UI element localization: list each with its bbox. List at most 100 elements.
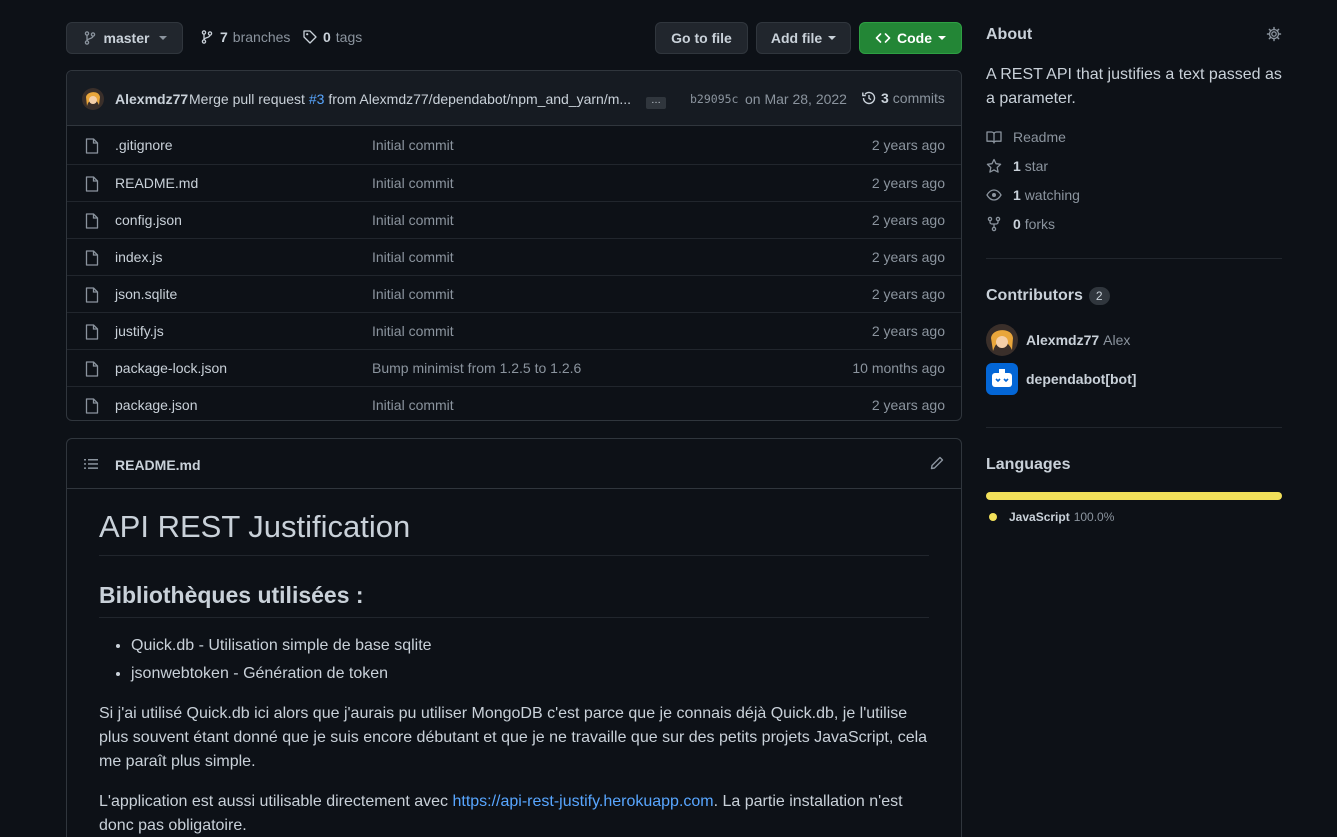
file-name-link[interactable]: package-lock.json [115,360,227,376]
tags-label: tags [335,29,363,45]
file-name-link[interactable]: README.md [115,175,198,191]
file-name-link[interactable]: justify.js [115,323,164,339]
divider [986,258,1282,259]
stars-label: star [1024,158,1049,174]
forks-label: forks [1024,216,1056,232]
file-commit-message-link[interactable]: Bump minimist from 1.2.5 to 1.2.6 [372,360,581,376]
commit-sha[interactable]: b29095c [690,92,738,106]
table-row[interactable]: json.sqlite Initial commit 2 years ago [67,275,961,312]
file-commit-message-link[interactable]: Initial commit [372,286,454,302]
readme-content: API REST Justification Bibliothèques uti… [99,489,929,837]
file-commit-message-link[interactable]: Initial commit [372,137,454,153]
file-commit-age: 10 months ago [852,360,945,376]
commit-author[interactable]: Alexmdz77 [115,91,188,107]
branch-select-button[interactable]: master [66,22,183,54]
paragraph-text: L'application est aussi utilisable direc… [99,793,453,810]
contributor-item[interactable]: dependabot[bot] [986,363,1136,395]
table-row[interactable]: justify.js Initial commit 2 years ago [67,312,961,349]
file-icon [85,398,99,414]
app-link[interactable]: https://api-rest-justify.herokuapp.com [452,793,713,810]
file-commit-message-link[interactable]: Initial commit [372,249,454,265]
tag-icon [302,29,318,45]
file-commit-age: 2 years ago [871,249,945,265]
languages-title: Languages [986,456,1071,473]
code-label: Code [897,30,932,46]
list-icon[interactable] [83,456,99,472]
commit-message-post: from Alexmdz77/dependabot/npm_and_yarn/m… [328,91,632,107]
file-commit-message-link[interactable]: Initial commit [372,212,454,228]
readme-filename[interactable]: README.md [115,457,201,473]
branch-icon [82,30,98,46]
add-file-button[interactable]: Add file [756,22,851,54]
file-name-link[interactable]: index.js [115,249,162,265]
about-description: A REST API that justifies a text passed … [986,66,1282,107]
table-row[interactable]: package.json Initial commit 2 years ago [67,386,961,420]
list-item: jsonwebtoken - Génération de token [131,662,929,686]
readme-panel: README.md API REST Justification Bibliot… [66,438,962,837]
file-icon [85,176,99,192]
table-row[interactable]: README.md Initial commit 2 years ago [67,164,961,201]
table-row[interactable]: .gitignore Initial commit 2 years ago [67,127,961,164]
file-commit-age: 2 years ago [871,323,945,339]
contributor-login: Alexmdz77 [1026,332,1100,348]
file-commit-message-link[interactable]: Initial commit [372,175,454,191]
stars-link[interactable]: 1 star [986,158,1048,174]
readme-header: README.md [67,439,961,489]
commit-message[interactable]: Merge pull request #3 from Alexmdz77/dep… [189,91,631,107]
file-commit-age: 2 years ago [871,286,945,302]
readme-paragraph: Si j'ai utilisé Quick.db ici alors que j… [99,705,928,770]
language-item[interactable]: JavaScript 100.0% [986,510,1114,524]
file-name-link[interactable]: config.json [115,212,182,228]
branches-count: 7 [220,29,228,45]
file-commit-message-link[interactable]: Initial commit [372,323,454,339]
watchers-link[interactable]: 1 watching [986,187,1080,203]
file-name-link[interactable]: .gitignore [115,137,173,153]
file-icon [85,287,99,303]
readme-paragraph: L'application est aussi utilisable direc… [99,790,929,837]
stars-count: 1 [1013,158,1021,174]
contributors-title: Contributors [986,287,1083,304]
contributor-item[interactable]: Alexmdz77 Alex [986,324,1130,356]
readme-link[interactable]: Readme [986,129,1066,145]
forks-link[interactable]: 0 forks [986,216,1055,232]
about-title: About [986,26,1033,43]
file-icon [85,250,99,266]
contributor-name: Alex [1103,332,1131,348]
commit-message-pre: Merge pull request [189,91,305,107]
file-icon [85,213,99,229]
table-row[interactable]: package-lock.json Bump minimist from 1.2.… [67,349,961,386]
language-percent: 100.0% [1073,510,1115,524]
go-to-file-button[interactable]: Go to file [655,22,748,54]
history-icon [861,90,877,106]
file-browser: Alexmdz77 Merge pull request #3 from Ale… [66,70,962,421]
book-icon [986,129,1002,145]
contributors-heading[interactable]: Contributors 2 [986,287,1110,305]
avatar[interactable] [82,88,104,110]
file-icon [85,324,99,340]
table-row[interactable]: config.json Initial commit 2 years ago [67,201,961,238]
eye-icon [986,187,1002,203]
commits-link[interactable]: 3 commits [861,90,945,106]
code-button[interactable]: Code [859,22,962,54]
pr-link[interactable]: #3 [309,91,325,107]
forks-count: 0 [1013,216,1021,232]
language-name: JavaScript [1009,510,1070,524]
pencil-icon[interactable] [929,455,945,471]
code-icon [875,30,891,46]
file-icon [85,361,99,377]
language-color-dot [989,513,997,521]
file-commit-message-link[interactable]: Initial commit [372,397,454,413]
chevron-down-icon [938,36,946,40]
file-name-link[interactable]: package.json [115,397,198,413]
contributors-count-badge: 2 [1088,287,1110,305]
branches-link[interactable]: 7 branches [199,29,290,45]
gear-icon[interactable] [1266,26,1282,42]
commit-date: on Mar 28, 2022 [745,91,847,107]
file-name-link[interactable]: json.sqlite [115,286,177,302]
file-icon [85,138,99,154]
tags-link[interactable]: 0 tags [302,29,362,45]
commit-expand-button[interactable]: … [646,96,666,109]
table-row[interactable]: index.js Initial commit 2 years ago [67,238,961,275]
watching-label: watching [1024,187,1080,203]
dependabot-avatar [986,363,1018,395]
